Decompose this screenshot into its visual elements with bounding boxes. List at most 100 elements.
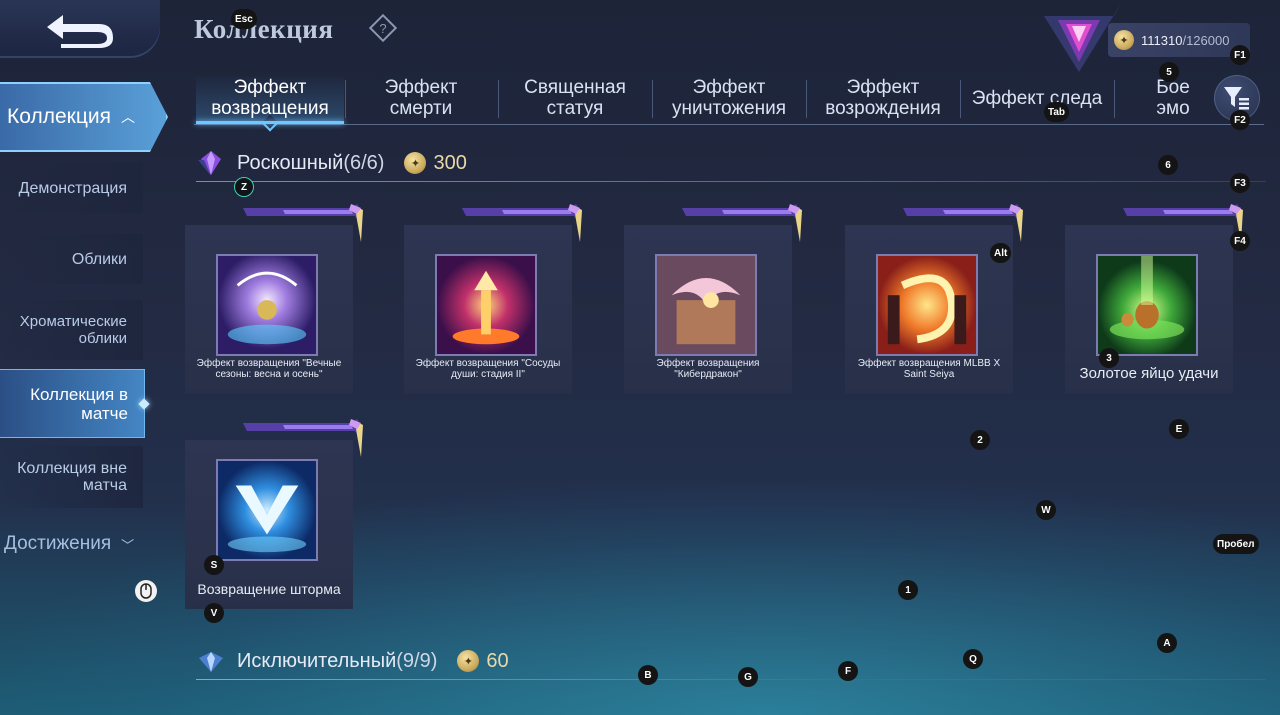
coin-icon: ✦: [457, 650, 480, 672]
gem-icon: [198, 151, 221, 176]
sidebar-achievements[interactable]: Достижения ﹀: [4, 533, 134, 555]
item-thumbnail: [655, 254, 757, 356]
key-hint-6: 6: [1158, 155, 1178, 175]
tab-label: Эффект следа: [971, 87, 1103, 109]
item-name: Эффект возвращения "Сосуды души: стадия …: [415, 358, 561, 380]
chevron-down-icon: ﹀: [121, 537, 135, 553]
item-name: Эффект возвращения "Вечные сезоны: весна…: [196, 358, 342, 380]
tab-label: Священная статуя: [524, 77, 626, 119]
item-name: Эффект возвращения "Кибердракон": [656, 358, 760, 380]
collection-card[interactable]: Возвращение шторма: [185, 419, 363, 609]
key-hint-2: 2: [970, 430, 990, 450]
key-hint-f4: F4: [1230, 231, 1250, 251]
key-hint-b: B: [638, 665, 658, 685]
key-hint-5: 5: [1159, 62, 1179, 82]
key-hint-f2: F2: [1230, 110, 1250, 130]
back-button[interactable]: [0, 0, 160, 58]
collection-card[interactable]: Эффект возвращения "Кибердракон": [624, 204, 802, 394]
sidebar-item-demo[interactable]: Демонстрация: [0, 163, 143, 213]
key-hint-s: S: [204, 555, 224, 575]
item-name: Возвращение шторма: [197, 581, 341, 597]
ribbon-icon: [682, 204, 802, 242]
key-hint-tab: Tab: [1044, 102, 1070, 122]
key-hint-space: Пробел: [1213, 534, 1259, 554]
sidebar-item-chromatic-skins[interactable]: Хроматические облики: [0, 300, 143, 360]
section-divider: [196, 679, 1266, 680]
key-hint-f1: F1: [1230, 45, 1250, 65]
sidebar-item-label: Хроматические облики: [19, 313, 127, 347]
ribbon-icon: [243, 204, 363, 242]
tab-elimination-effect[interactable]: Эффект уничтожения: [653, 74, 805, 122]
tab-respawn-effect[interactable]: Эффект возрождения: [807, 74, 959, 122]
key-hint-z: Z: [234, 177, 254, 197]
sidebar-item-out-of-match-collection[interactable]: Коллекция вне матча: [0, 446, 143, 508]
item-name: Эффект возвращения MLBB X Saint Seiya: [857, 358, 1001, 380]
item-thumbnail: [435, 254, 537, 356]
collection-card[interactable]: Золотое яйцо удачи: [1065, 204, 1243, 394]
coin-icon: ✦: [404, 152, 427, 174]
sidebar-achievements-label: Достижения: [4, 533, 112, 554]
tab-label: Эффект уничтожения: [671, 77, 787, 119]
section-count: (6/6): [343, 151, 385, 174]
sidebar-item-label: Демонстрация: [18, 179, 127, 197]
key-hint-a: A: [1157, 633, 1177, 653]
sidebar-item-in-match-collection[interactable]: Коллекция в матче: [0, 369, 150, 438]
ribbon-icon: [243, 419, 363, 457]
item-name: Золотое яйцо удачи: [1079, 365, 1219, 382]
tab-death-effect[interactable]: Эффект смерти: [346, 74, 496, 122]
svg-text:?: ?: [379, 21, 386, 36]
section-reward: ✦ 300: [404, 152, 467, 175]
item-thumbnail: [216, 254, 318, 356]
help-icon[interactable]: ?: [368, 13, 398, 43]
tab-label: Эффект возвращения: [211, 77, 329, 119]
tab-bar: Эффект возвращения Эффект смерти Священн…: [194, 72, 1264, 132]
key-hint-e: E: [1169, 419, 1189, 439]
mouse-icon: [135, 580, 157, 602]
tab-label: Эффект смерти: [384, 77, 458, 119]
item-thumbnail: [216, 459, 318, 561]
gem-icon: [199, 652, 223, 672]
sidebar-section-collection[interactable]: Коллекция ︿: [0, 82, 168, 152]
section-header-exceptional: Исключительный (9/9) ✦ 60: [196, 646, 509, 676]
sidebar-section-label: Коллекция: [7, 105, 111, 128]
currency-display: ✦ 111310/126000: [1108, 23, 1250, 57]
coin-icon: ✦: [1114, 30, 1134, 50]
sidebar-item-label: Облики: [71, 250, 127, 268]
item-thumbnail: [876, 254, 978, 356]
item-thumbnail: [1096, 254, 1198, 356]
key-hint-v: V: [204, 603, 224, 623]
key-hint-q: Q: [963, 649, 983, 669]
collection-card[interactable]: Эффект возвращения "Сосуды души: стадия …: [404, 204, 582, 394]
section-reward: ✦ 60: [457, 649, 509, 673]
sidebar-item-label: Коллекция в матче: [30, 384, 128, 423]
key-hint-3: 3: [1099, 348, 1119, 368]
key-hint-g: G: [738, 667, 758, 687]
chevron-up-icon: ︿: [120, 109, 135, 125]
ribbon-icon: [1123, 204, 1243, 242]
key-hint-f3: F3: [1230, 173, 1250, 193]
section-header-luxury: Роскошный (6/6) ✦ 300: [196, 148, 467, 178]
tab-recall-effect[interactable]: Эффект возвращения: [196, 74, 344, 132]
key-hint-alt: Alt: [990, 243, 1012, 263]
filter-icon: [1224, 87, 1249, 110]
ribbon-icon: [903, 204, 1023, 242]
tab-label: Бое эмо: [1156, 77, 1190, 119]
key-hint-1: 1: [898, 580, 918, 600]
section-count: (9/9): [396, 649, 438, 672]
sidebar-item-label: Коллекция вне матча: [17, 460, 127, 494]
page-title: Коллекция: [194, 14, 334, 44]
key-hint-w: W: [1036, 500, 1056, 520]
collection-card[interactable]: Эффект возвращения "Вечные сезоны: весна…: [185, 204, 363, 394]
tab-label: Эффект возрождения: [825, 77, 941, 119]
section-title: Роскошный: [237, 151, 344, 174]
key-hint-esc: Esc: [231, 9, 257, 29]
active-indicator: [138, 398, 150, 410]
section-reward-value: 60: [486, 649, 509, 672]
sidebar-item-skins[interactable]: Облики: [0, 234, 143, 284]
currency-value: 111310/126000: [1141, 32, 1230, 48]
section-divider: [196, 181, 1266, 182]
tab-sacred-statue[interactable]: Священная статуя: [499, 74, 651, 122]
collection-card[interactable]: Эффект возвращения MLBB X Saint Seiya: [845, 204, 1023, 394]
ribbon-icon: [462, 204, 582, 242]
tab-trail-effect[interactable]: Эффект следа: [961, 74, 1113, 122]
